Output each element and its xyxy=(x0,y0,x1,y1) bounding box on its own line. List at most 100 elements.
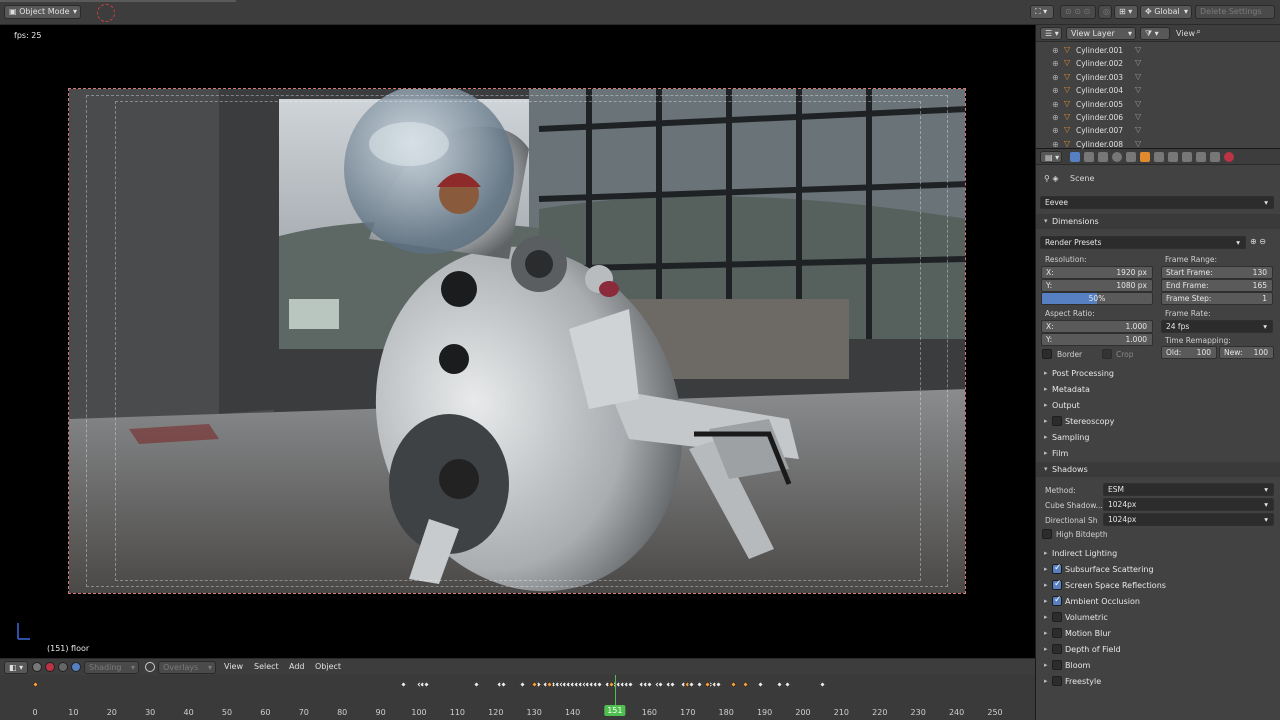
view-options-button[interactable]: ⛶ ▾ xyxy=(1030,5,1054,19)
tab-render-icon[interactable] xyxy=(1070,152,1080,162)
tab-material-icon[interactable] xyxy=(1224,152,1234,162)
section-toggle[interactable]: ▸ Volumetric xyxy=(1036,610,1280,625)
section-sampling[interactable]: ▸ Sampling xyxy=(1036,430,1280,445)
aspect-y-field[interactable]: Y: 1.000 xyxy=(1041,333,1153,346)
section-toggle[interactable]: ▸Ambient Occlusion xyxy=(1036,594,1280,609)
border-checkbox[interactable] xyxy=(1042,349,1052,359)
frame-rate-selector[interactable]: 24 fps ▾ xyxy=(1161,320,1273,333)
section-indirect-lighting[interactable]: ▸ Indirect Lighting xyxy=(1036,546,1280,561)
section-dimensions[interactable]: ▾ Dimensions xyxy=(1036,214,1280,229)
keyframe-marker[interactable] xyxy=(730,680,738,689)
toggle-checkbox[interactable] xyxy=(1052,595,1062,606)
menu-select[interactable]: Select xyxy=(254,662,279,671)
properties-editor-type[interactable]: ▤ ▾ xyxy=(1040,151,1062,163)
outliner-item[interactable]: ⊕ ▽ Cylinder.007 ▽ xyxy=(1036,124,1280,137)
keyframe-marker[interactable] xyxy=(645,680,653,689)
shading-solid-icon[interactable] xyxy=(32,662,42,672)
tab-world-icon[interactable] xyxy=(1126,152,1136,162)
start-frame-field[interactable]: Start Frame: 130 xyxy=(1161,266,1273,279)
menu-view[interactable]: View xyxy=(224,662,243,671)
expand-plus-icon[interactable]: ⊕ xyxy=(1052,46,1059,55)
toggle-checkbox[interactable] xyxy=(1052,660,1062,670)
keyframe-marker[interactable] xyxy=(688,680,696,689)
section-metadata[interactable]: ▸ Metadata xyxy=(1036,382,1280,397)
resolution-percentage-slider[interactable]: 50% xyxy=(1041,292,1153,305)
proportional-icon[interactable]: ◎ xyxy=(1098,5,1112,19)
outliner-item[interactable]: ⊕ ▽ Cylinder.001 ▽ xyxy=(1036,44,1280,57)
keyframe-marker[interactable] xyxy=(668,680,676,689)
view-layer-selector[interactable]: View Layer ▾ xyxy=(1066,27,1136,40)
section-post-processing[interactable]: ▸ Post Processing xyxy=(1036,366,1280,381)
expand-plus-icon[interactable]: ⊕ xyxy=(1052,100,1059,109)
mode-selector[interactable]: ▣ Object Mode ▾ xyxy=(4,5,81,19)
resolution-x-field[interactable]: X: 1920 px xyxy=(1041,266,1153,279)
3d-viewport[interactable]: fps: 25 (151) floor xyxy=(0,25,1035,658)
stereoscopy-checkbox[interactable] xyxy=(1052,416,1062,426)
keyframe-marker[interactable] xyxy=(499,680,508,689)
keyframe-marker[interactable] xyxy=(473,680,481,689)
section-toggle[interactable]: ▸ Bloom xyxy=(1036,658,1280,673)
section-toggle[interactable]: ▸ Motion Blur xyxy=(1036,626,1280,641)
section-shadows[interactable]: ▾ Shadows xyxy=(1036,462,1280,477)
time-remap-new-field[interactable]: New: 100 xyxy=(1219,346,1274,359)
tab-view-layer-icon[interactable] xyxy=(1098,152,1108,162)
keyframe-marker[interactable] xyxy=(818,680,826,689)
section-output[interactable]: ▸ Output xyxy=(1036,398,1280,413)
menu-object[interactable]: Object xyxy=(315,662,341,671)
high-bitdepth-checkbox[interactable] xyxy=(1042,529,1052,539)
outliner-item[interactable]: ⊕ ▽ Cylinder.005 ▽ xyxy=(1036,98,1280,111)
end-frame-field[interactable]: End Frame: 165 xyxy=(1161,279,1273,292)
outliner-item[interactable]: ⊕ ▽ Cylinder.002 ▽ xyxy=(1036,57,1280,70)
playhead[interactable] xyxy=(614,675,616,708)
crop-checkbox[interactable] xyxy=(1102,349,1112,359)
keyframe-marker[interactable] xyxy=(784,680,792,689)
toggle-checkbox[interactable] xyxy=(1052,628,1062,638)
toggle-checkbox[interactable] xyxy=(1052,644,1062,654)
timeline-editor[interactable]: 0102030405060708090100110120130140150160… xyxy=(0,675,1035,720)
toggle-checkbox[interactable] xyxy=(1052,563,1062,574)
keyframe-marker[interactable] xyxy=(423,680,431,689)
menu-add[interactable]: Add xyxy=(289,662,305,671)
keyframe-marker[interactable] xyxy=(519,680,527,689)
toggle-checkbox[interactable] xyxy=(1052,579,1062,590)
keyframe-marker[interactable] xyxy=(741,680,749,689)
expand-plus-icon[interactable]: ⊕ xyxy=(1052,140,1059,149)
tab-particles-icon[interactable] xyxy=(1168,152,1178,162)
tab-output-icon[interactable] xyxy=(1084,152,1094,162)
resolution-y-field[interactable]: Y: 1080 px xyxy=(1041,279,1153,292)
tab-constraints-icon[interactable] xyxy=(1196,152,1206,162)
aspect-x-field[interactable]: X: 1.000 xyxy=(1041,320,1153,333)
section-film[interactable]: ▸ Film xyxy=(1036,446,1280,461)
expand-plus-icon[interactable]: ⊕ xyxy=(1052,59,1059,68)
outliner-item[interactable]: ⊕ ▽ Cylinder.006 ▽ xyxy=(1036,111,1280,124)
3d-cursor-icon[interactable] xyxy=(97,4,115,22)
expand-plus-icon[interactable]: ⊕ xyxy=(1052,86,1059,95)
tab-modifiers-icon[interactable] xyxy=(1154,152,1164,162)
keyframe-marker[interactable] xyxy=(400,680,408,689)
keyframe-marker[interactable] xyxy=(695,680,703,689)
section-toggle[interactable]: ▸ Freestyle xyxy=(1036,674,1280,689)
tab-scene-icon[interactable] xyxy=(1112,152,1122,162)
tab-object-icon[interactable] xyxy=(1140,152,1150,162)
section-stereoscopy[interactable]: ▸ Stereoscopy xyxy=(1036,414,1280,429)
outliner-item[interactable]: ⊕ ▽ Cylinder.003 ▽ xyxy=(1036,71,1280,84)
outliner-item[interactable]: ⊕ ▽ Cylinder.004 ▽ xyxy=(1036,84,1280,97)
tab-data-icon[interactable] xyxy=(1210,152,1220,162)
keyframe-marker[interactable] xyxy=(626,680,634,689)
overlays-dropdown[interactable]: Overlays ▾ xyxy=(158,661,216,674)
snap-options-button[interactable]: ⊙ ⊙ ⊙ xyxy=(1060,5,1096,19)
shadow-method-selector[interactable]: ESM ▾ xyxy=(1103,483,1274,496)
orientation-selector[interactable]: ✥ Global ▾ xyxy=(1140,5,1192,19)
shading-dropdown[interactable]: Shading ▾ xyxy=(84,661,139,674)
section-toggle[interactable]: ▸ Depth of Field xyxy=(1036,642,1280,657)
expand-plus-icon[interactable]: ⊕ xyxy=(1052,113,1059,122)
keyframe-marker[interactable] xyxy=(31,680,39,689)
editor-type-button[interactable]: ◧ ▾ xyxy=(4,661,28,674)
tab-physics-icon[interactable] xyxy=(1182,152,1192,162)
keyframe-marker[interactable] xyxy=(757,680,765,689)
section-toggle[interactable]: ▸Subsurface Scattering xyxy=(1036,562,1280,577)
cube-shadow-selector[interactable]: 1024px ▾ xyxy=(1103,498,1274,511)
frame-step-field[interactable]: Frame Step: 1 xyxy=(1161,292,1273,305)
section-toggle[interactable]: ▸Screen Space Reflections xyxy=(1036,578,1280,593)
filter-button[interactable]: ⧩ ▾ xyxy=(1140,27,1170,40)
